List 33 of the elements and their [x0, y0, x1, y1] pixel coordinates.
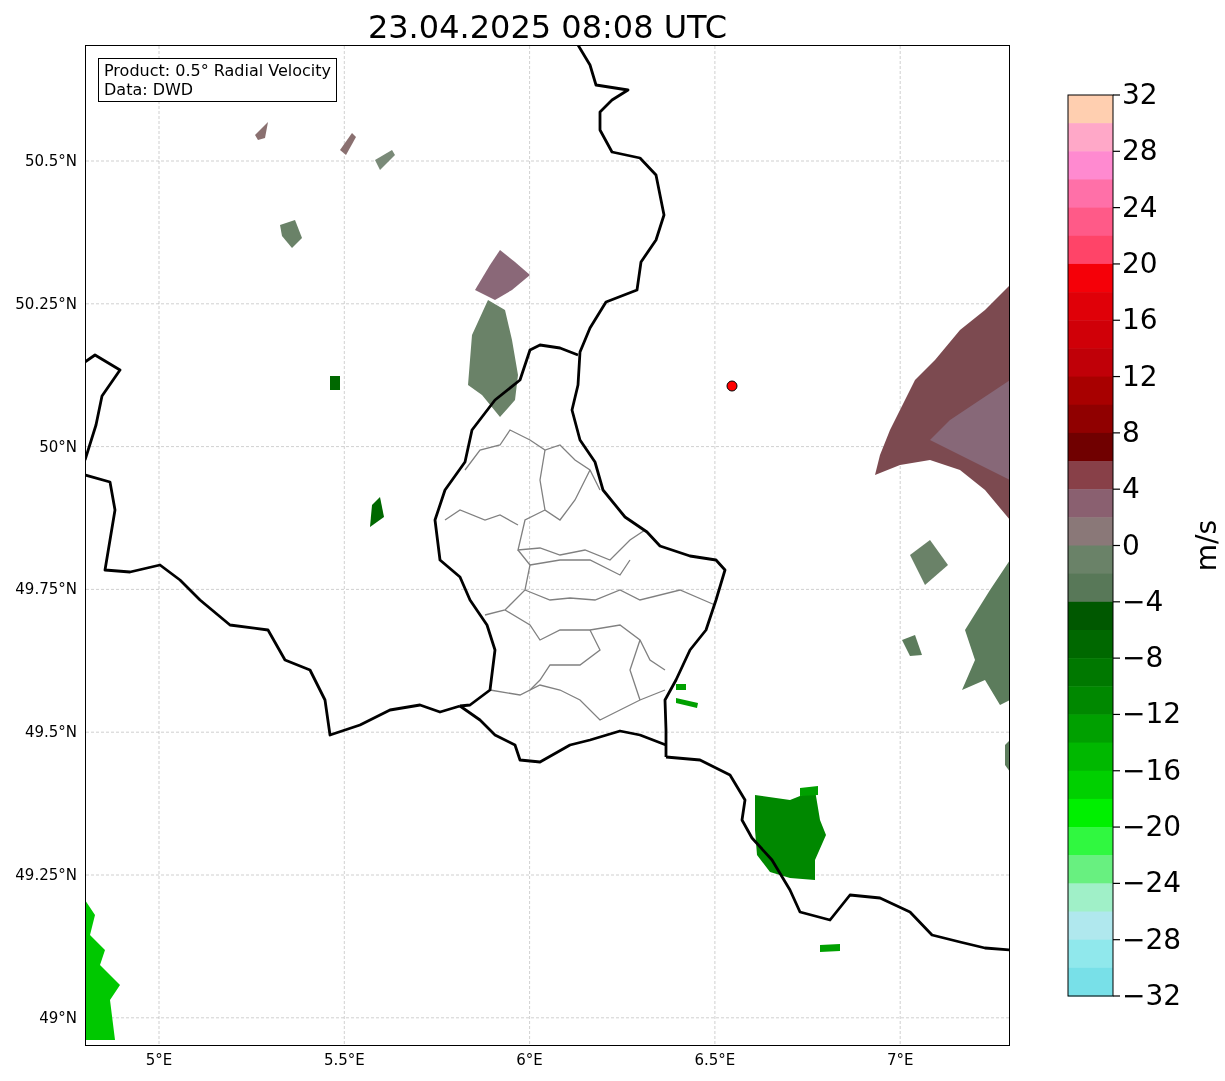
colorbar-tick-label: 12 [1122, 362, 1158, 391]
info-box: Product: 0.5° Radial Velocity Data: DWD [98, 58, 338, 102]
longitude-label: 5.5°E [323, 1051, 365, 1069]
colorbar-tick-label: −12 [1122, 700, 1182, 729]
colorbar-tick-label: 8 [1122, 418, 1140, 447]
colorbar-tick-label: −20 [1122, 813, 1182, 842]
latitude-label: 49.5°N [24, 723, 77, 742]
colorbar-tick-label: −24 [1122, 869, 1182, 898]
colorbar-tick-label: −16 [1122, 756, 1182, 785]
colorbar-unit-label: m/s [1190, 520, 1223, 572]
colorbar-tick-label: 0 [1122, 531, 1140, 560]
latitude-label: 50.25°N [15, 294, 77, 313]
colorbar-tick-label: 4 [1122, 475, 1140, 504]
latitude-label: 49.75°N [15, 580, 77, 599]
chart-title: 23.04.2025 08:08 UTC [366, 7, 729, 45]
latitude-label: 50°N [39, 437, 77, 456]
colorbar-tick-label: 16 [1122, 306, 1158, 335]
colorbar-tick-label: −32 [1122, 982, 1182, 1010]
colorbar-tick-label: 24 [1122, 193, 1158, 222]
longitude-label: 6°E [516, 1051, 543, 1069]
colorbar-tick-label: 32 [1122, 81, 1158, 109]
colorbar-tick-label: 28 [1122, 137, 1158, 166]
colorbar-tick-label: −4 [1122, 587, 1164, 616]
longitude-label: 6.5°E [694, 1051, 736, 1069]
latitude-label: 49°N [39, 1008, 77, 1027]
longitude-label: 7°E [886, 1051, 914, 1069]
latitude-label: 49.25°N [15, 866, 77, 884]
colorbar-tick-label: −8 [1122, 644, 1164, 673]
colorbar-tick-label: −28 [1122, 925, 1182, 954]
colorbar-tick-label: 20 [1122, 249, 1158, 278]
radar-site-marker [726, 380, 738, 392]
latitude-label: 50.5°N [24, 152, 77, 170]
longitude-label: 5°E [145, 1051, 173, 1069]
